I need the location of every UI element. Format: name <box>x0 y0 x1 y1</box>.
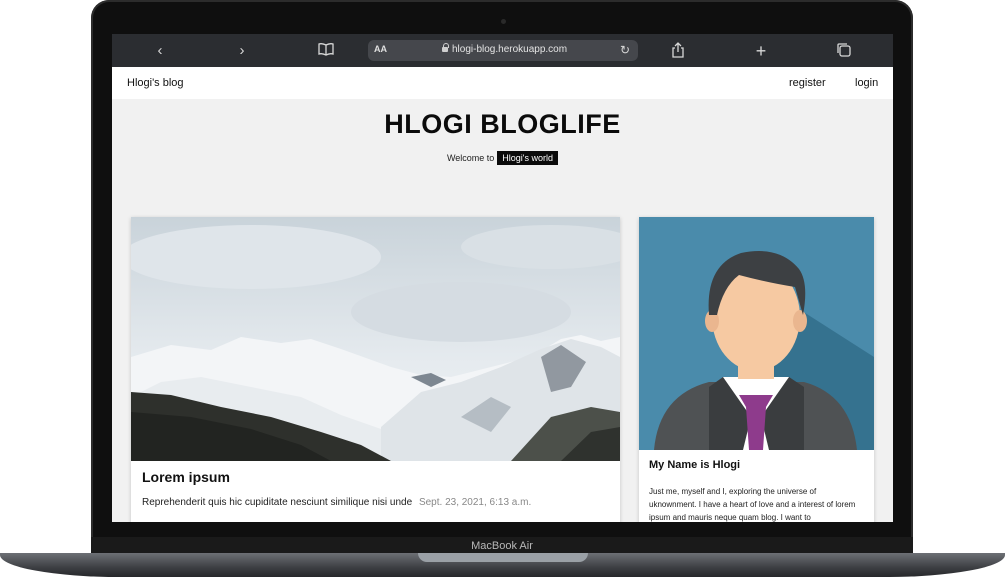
welcome-text: Welcome to <box>446 153 495 163</box>
device-label: MacBook Air <box>471 540 533 552</box>
url-label: hlogi-blog.herokuapp.com <box>452 44 568 55</box>
about-title: My Name is Hlogi <box>649 459 741 471</box>
mountain-image <box>131 217 620 461</box>
url-text: hlogi-blog.herokuapp.com <box>442 43 568 55</box>
page-title: HLOGI BLOGLIFE <box>384 109 621 139</box>
post-excerpt-text: Reprehenderit quis hic cupiditate nesciu… <box>142 497 413 508</box>
tabs-icon[interactable] <box>835 42 853 60</box>
browser-toolbar: ‹ › AA hlogi-blog.herokuapp.com ↻ + <box>112 34 893 67</box>
camera-icon <box>501 19 506 24</box>
reload-icon[interactable]: ↻ <box>620 43 630 57</box>
post-title[interactable]: Lorem ipsum <box>142 469 230 485</box>
book-icon[interactable] <box>317 42 335 60</box>
about-text: Just me, myself and I, exploring the uni… <box>649 487 856 522</box>
post-date: Sept. 23, 2021, 6:13 a.m. <box>418 497 532 508</box>
plus-icon[interactable]: + <box>752 42 770 60</box>
reader-button[interactable]: AA <box>374 44 387 54</box>
post-excerpt: Reprehenderit quis hic cupiditate nesciu… <box>142 497 531 508</box>
register-link[interactable]: register <box>789 77 826 89</box>
share-icon[interactable] <box>669 42 687 60</box>
welcome-highlight: Hlogi's world <box>497 151 559 165</box>
brand-link[interactable]: Hlogi's blog <box>127 77 184 89</box>
forward-icon[interactable]: › <box>233 42 251 60</box>
about-card: My Name is Hlogi Just me, myself and I, … <box>639 217 874 522</box>
avatar-illustration <box>639 217 874 450</box>
site-navbar: Hlogi's blog register login <box>112 67 893 99</box>
back-icon[interactable]: ‹ <box>151 42 169 60</box>
address-bar[interactable]: AA hlogi-blog.herokuapp.com ↻ <box>368 40 638 61</box>
browser-screen: ‹ › AA hlogi-blog.herokuapp.com ↻ + Hlog… <box>112 34 893 522</box>
login-link[interactable]: login <box>855 77 878 89</box>
post-card[interactable]: Lorem ipsum Reprehenderit quis hic cupid… <box>131 217 620 522</box>
lock-icon <box>442 43 449 52</box>
welcome-line: Welcome to Hlogi's world <box>112 151 893 165</box>
laptop-notch <box>418 553 588 562</box>
